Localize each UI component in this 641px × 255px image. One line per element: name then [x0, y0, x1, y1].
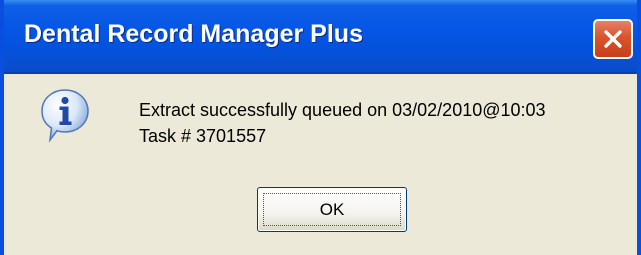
- close-icon: [604, 30, 622, 48]
- message-text: Extract successfully queued on 03/02/201…: [139, 97, 546, 149]
- ok-button-label: OK: [319, 200, 345, 219]
- information-icon: [41, 89, 89, 143]
- message-line-2: Task # 3701557: [139, 126, 267, 146]
- ok-button[interactable]: OK: [257, 187, 407, 232]
- window-title: Dental Record Manager Plus: [24, 20, 363, 48]
- message-dialog: Dental Record Manager Plus Extract succe…: [0, 0, 641, 255]
- message-line-1: Extract successfully queued on 03/02/201…: [139, 100, 546, 120]
- title-bar[interactable]: Dental Record Manager Plus: [4, 0, 637, 74]
- close-button[interactable]: [593, 19, 633, 59]
